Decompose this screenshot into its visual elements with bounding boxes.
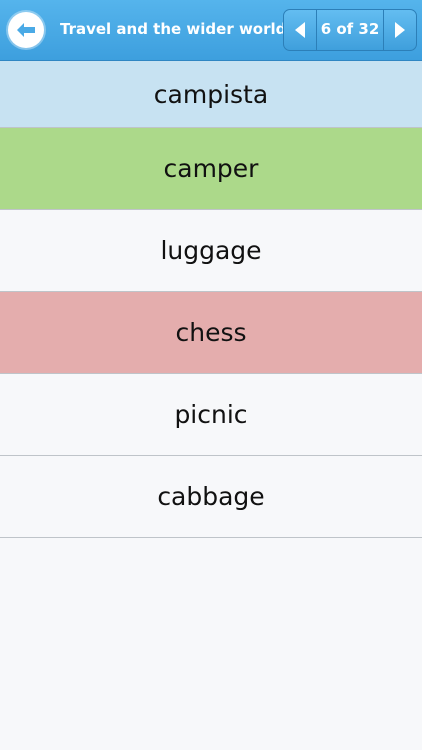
- answer-option-luggage[interactable]: luggage: [0, 210, 422, 292]
- answer-option-cabbage[interactable]: cabbage: [0, 456, 422, 538]
- prompt-word-row: campista: [0, 61, 422, 128]
- next-button[interactable]: [383, 10, 416, 50]
- back-arrow-icon: [17, 23, 35, 37]
- chevron-left-icon: [295, 22, 305, 38]
- answer-label: chess: [175, 318, 247, 347]
- answer-label: luggage: [160, 236, 262, 265]
- chevron-right-icon: [395, 22, 405, 38]
- page-title: Travel and the wider world: [60, 20, 287, 38]
- answer-list: campista camper luggage chess picnic cab…: [0, 61, 422, 538]
- answer-option-camper[interactable]: camper: [0, 128, 422, 210]
- answer-label: cabbage: [157, 482, 265, 511]
- answer-label: picnic: [174, 400, 248, 429]
- answer-option-picnic[interactable]: picnic: [0, 374, 422, 456]
- previous-button[interactable]: [284, 10, 317, 50]
- navigation-bar: Travel and the wider world 6 of 32: [0, 0, 422, 61]
- back-button[interactable]: [8, 12, 44, 48]
- prompt-word: campista: [153, 79, 269, 109]
- answer-label: camper: [163, 154, 259, 183]
- question-counter: 6 of 32: [320, 20, 380, 38]
- answer-option-chess[interactable]: chess: [0, 292, 422, 374]
- question-pager: 6 of 32: [283, 9, 417, 51]
- quiz-screen: Travel and the wider world 6 of 32 campi…: [0, 0, 422, 750]
